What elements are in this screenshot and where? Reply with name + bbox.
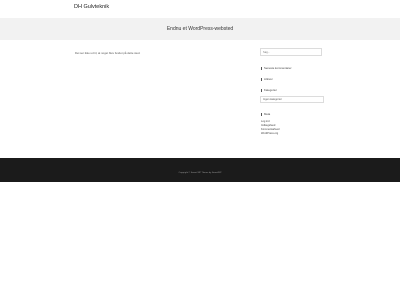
footer-credit: Copyright © Sweet WP Theme by SweetWP (178, 172, 222, 174)
site-footer: Copyright © Sweet WP Theme by SweetWP (0, 158, 400, 182)
meta-link-login[interactable]: Log ind (261, 120, 270, 123)
site-title-link[interactable]: DH Gulvteknik (74, 4, 109, 10)
site-header: DH Gulvteknik (0, 0, 400, 18)
widget-title-archives: Arkiver (261, 77, 273, 81)
widget-title-recent-comments: Seneste kommentarer (261, 66, 292, 70)
not-found-message: Det ser ikke ud til, at noget blev funde… (75, 51, 141, 55)
list-item: WordPress.org (261, 132, 279, 136)
meta-link-wordpress-org[interactable]: WordPress.org (261, 132, 278, 135)
meta-link-comments-feed[interactable]: Kommentarfeed (261, 128, 279, 131)
page-title: Endnu et WordPress-websted (166, 26, 234, 32)
widget-title-categories: Kategorier (261, 88, 277, 92)
page-banner: Endnu et WordPress-websted (0, 18, 400, 40)
categories-select[interactable]: Ingen kategorier (260, 96, 324, 103)
widget-title-meta: Meta (261, 112, 270, 116)
meta-link-entries-feed[interactable]: Indlægsfeed (261, 124, 275, 127)
search-input[interactable] (260, 48, 322, 56)
meta-links-list: Log ind Indlægsfeed Kommentarfeed WordPr… (261, 120, 279, 136)
